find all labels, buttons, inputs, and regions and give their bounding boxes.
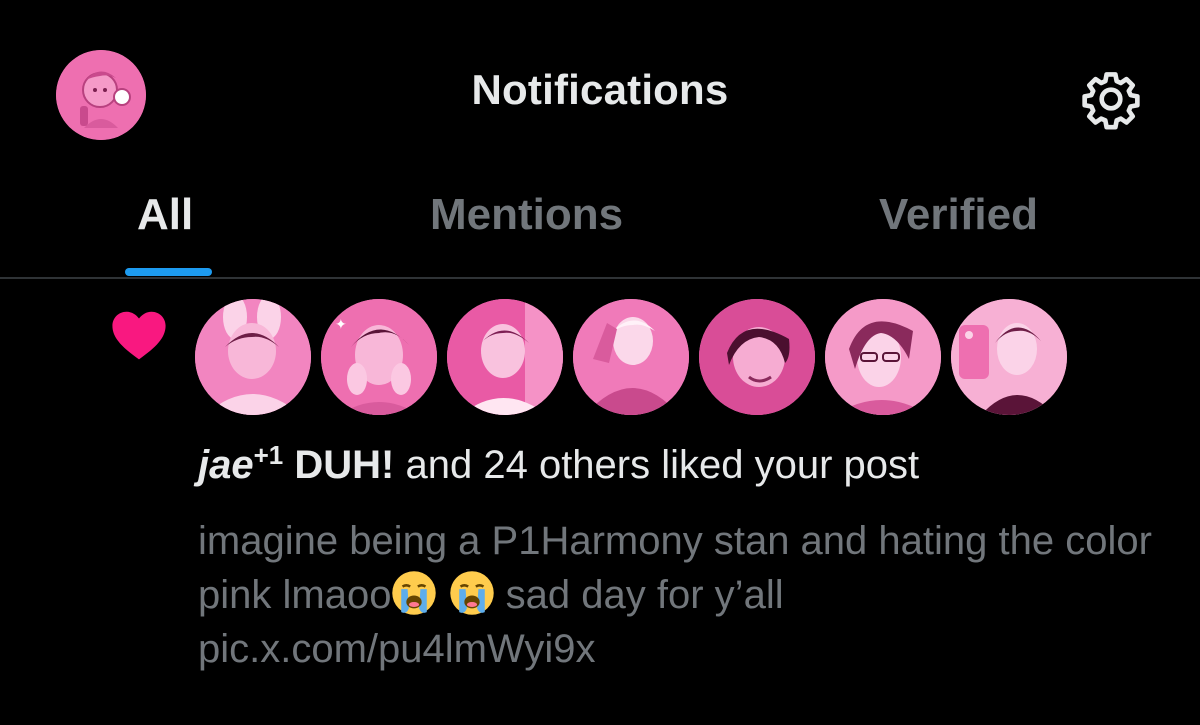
liker-name-2[interactable]: DUH! <box>294 443 394 487</box>
heart-icon <box>112 311 166 360</box>
notification-tabs: All Mentions Verified <box>0 178 1200 279</box>
liker-avatar[interactable] <box>447 299 563 415</box>
notification-summary: jae+1 DUH! and 24 others liked your post <box>198 439 919 491</box>
page-title: Notifications <box>471 66 729 113</box>
svg-text:✦: ✦ <box>335 317 347 333</box>
top-bar: Notifications <box>0 0 1200 190</box>
liker-avatar[interactable] <box>699 299 815 415</box>
liker-avatar[interactable] <box>951 299 1067 415</box>
post-text-line2: sad day for y’all <box>494 573 784 617</box>
liker-avatar[interactable] <box>573 299 689 415</box>
loudly-crying-face-icon <box>392 571 437 615</box>
liker-avatar[interactable]: ✦ <box>321 299 437 415</box>
liker-avatar[interactable] <box>825 299 941 415</box>
tab-all[interactable]: All <box>137 190 193 240</box>
liker-name-1-suffix: +1 <box>253 440 284 470</box>
tab-verified[interactable]: Verified <box>879 190 1038 240</box>
settings-button[interactable] <box>1080 68 1142 130</box>
post-preview-text[interactable]: imagine being a P1Harmony stan and hatin… <box>198 514 1188 676</box>
liker-name-1[interactable]: jae <box>198 443 254 487</box>
active-tab-indicator <box>125 268 212 276</box>
tab-mentions[interactable]: Mentions <box>430 190 623 240</box>
notification-action-text: and 24 others liked your post <box>394 443 920 487</box>
loudly-crying-face-icon <box>449 571 494 615</box>
liker-avatar[interactable] <box>195 299 311 415</box>
post-media-link[interactable]: pic.x.com/pu4lmWyi9x <box>198 627 596 671</box>
gear-icon <box>1082 72 1140 130</box>
